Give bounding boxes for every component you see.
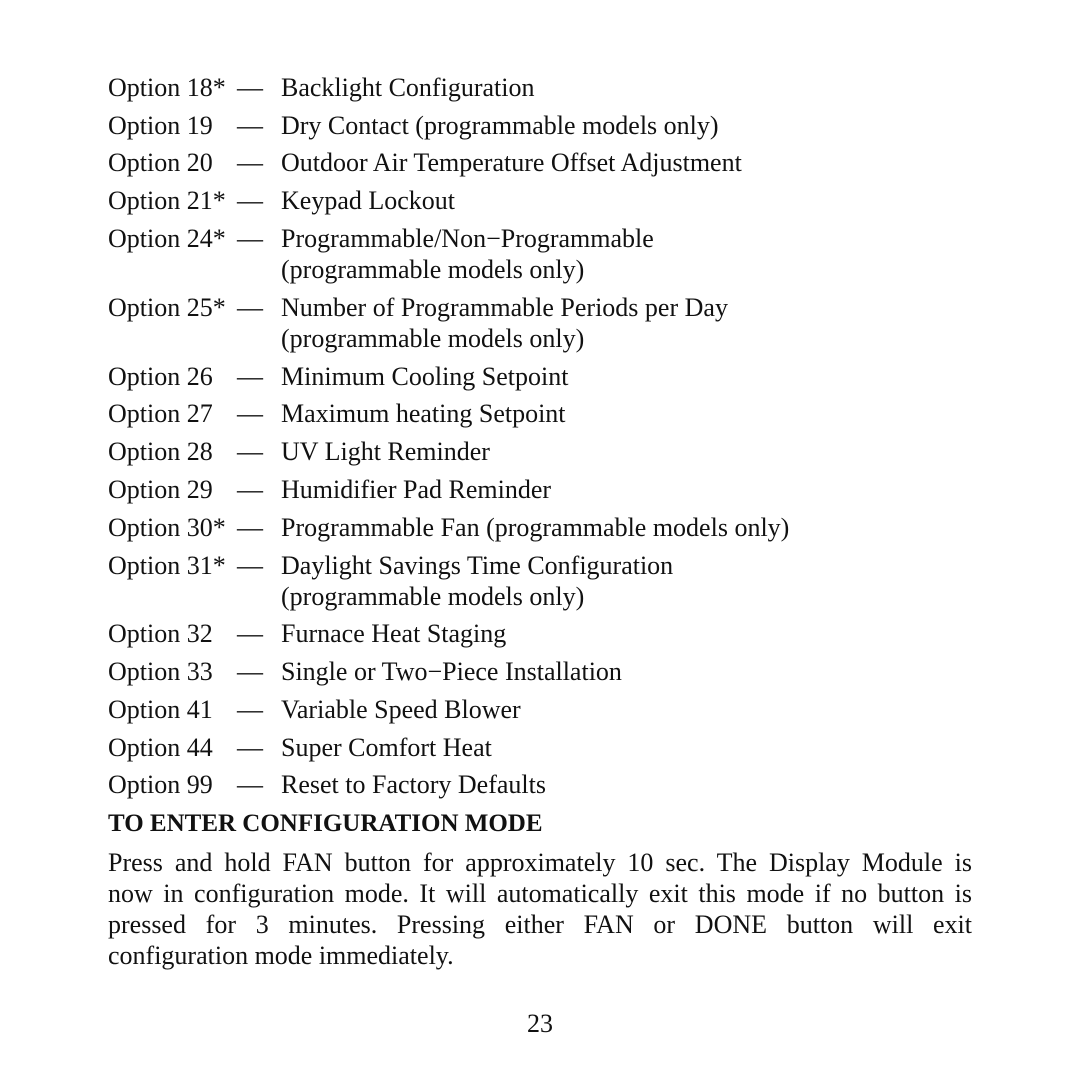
option-description: Daylight Savings Time Configuration [281, 551, 674, 580]
option-dash: — [237, 399, 263, 428]
option-label: Option 27 [108, 399, 213, 428]
option-label: Option 18* [108, 73, 226, 102]
option-description: Keypad Lockout [281, 186, 456, 215]
paragraph-line: pressed for 3 minutes. Pressing either F… [108, 910, 972, 939]
option-description: Variable Speed Blower [281, 695, 521, 724]
option-description: Super Comfort Heat [281, 733, 492, 762]
option-label: Option 26 [108, 362, 213, 391]
option-label: Option 31* [108, 551, 226, 580]
option-dash: — [237, 475, 263, 504]
option-description-continued: (programmable models only) [281, 324, 585, 353]
section-heading: TO ENTER CONFIGURATION MODE [108, 810, 543, 837]
option-dash: — [237, 551, 263, 580]
option-label: Option 25* [108, 293, 226, 322]
page-number: 23 [527, 1009, 553, 1038]
option-dash: — [237, 513, 263, 542]
option-dash: — [237, 437, 263, 466]
option-description: Number of Programmable Periods per Day [281, 293, 728, 322]
option-label: Option 44 [108, 733, 213, 762]
option-description: Minimum Cooling Setpoint [281, 362, 569, 391]
option-label: Option 29 [108, 475, 213, 504]
option-description: Reset to Factory Defaults [281, 770, 546, 799]
instructions-paragraph: Press and hold FAN button for approximat… [108, 847, 972, 971]
option-description: Programmable Fan (programmable models on… [281, 513, 790, 542]
option-description: Humidifier Pad Reminder [281, 475, 552, 504]
option-label: Option 20 [108, 148, 213, 177]
option-label: Option 24* [108, 224, 226, 253]
option-description: Dry Contact (programmable models only) [281, 111, 719, 140]
paragraph-line: Press and hold FAN button for approximat… [108, 848, 972, 877]
paragraph-line: now in configuration mode. It will autom… [108, 879, 972, 908]
option-description: Outdoor Air Temperature Offset Adjustmen… [281, 148, 742, 177]
option-label: Option 21* [108, 186, 226, 215]
option-dash: — [237, 293, 263, 322]
paragraph-line: configuration mode immediately. [108, 941, 454, 970]
option-dash: — [237, 111, 263, 140]
option-label: Option 33 [108, 657, 213, 686]
option-dash: — [237, 695, 263, 724]
option-dash: — [237, 657, 263, 686]
option-dash: — [237, 733, 263, 762]
option-label: Option 19 [108, 111, 213, 140]
option-description: Backlight Configuration [281, 73, 535, 102]
option-description: Single or Two−Piece Installation [281, 657, 622, 686]
option-dash: — [237, 148, 263, 177]
option-label: Option 41 [108, 695, 213, 724]
option-description: Maximum heating Setpoint [281, 399, 566, 428]
option-label: Option 30* [108, 513, 226, 542]
option-dash: — [237, 362, 263, 391]
option-label: Option 99 [108, 770, 213, 799]
option-description-continued: (programmable models only) [281, 582, 585, 611]
option-dash: — [237, 186, 263, 215]
option-description: Programmable/Non−Programmable [281, 224, 654, 253]
option-dash: — [237, 73, 263, 102]
option-dash: — [237, 619, 263, 648]
option-description: Furnace Heat Staging [281, 619, 507, 648]
option-label: Option 28 [108, 437, 213, 466]
option-label: Option 32 [108, 619, 213, 648]
option-dash: — [237, 224, 263, 253]
option-description: UV Light Reminder [281, 437, 490, 466]
option-dash: — [237, 770, 263, 799]
option-description-continued: (programmable models only) [281, 255, 585, 284]
